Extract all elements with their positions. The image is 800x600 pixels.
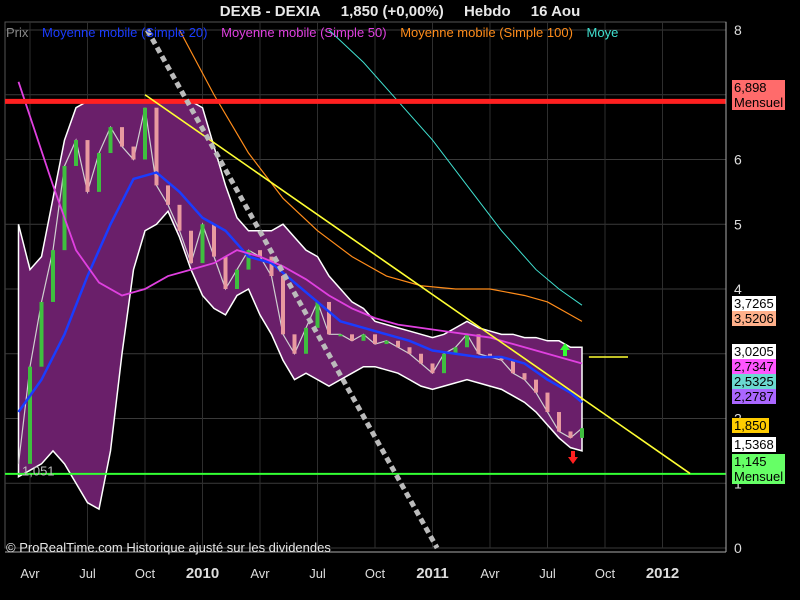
x-tick-label: Oct — [595, 566, 616, 581]
candle-bar — [373, 334, 377, 345]
price-tag: 1,5368 — [732, 437, 776, 452]
legend-item[interactable]: Moyenne mobile (Simple 100) — [400, 25, 573, 40]
candle-bar — [315, 301, 320, 328]
candle-bar — [74, 140, 78, 166]
candle-bar — [557, 412, 561, 432]
x-tick-label: Oct — [365, 566, 386, 581]
candle-bar — [177, 204, 182, 231]
price-tag-value: 2,2787 — [734, 389, 774, 404]
candle-bar — [97, 153, 101, 192]
candle-bar — [384, 340, 389, 345]
price-tag: 3,5206 — [732, 311, 776, 326]
y-tick-label: 4 — [734, 281, 742, 297]
candle-bar — [166, 185, 170, 205]
price-tag: 3,7265 — [732, 296, 776, 311]
candle-bar — [292, 334, 297, 354]
y-tick-label: 0 — [734, 540, 742, 556]
legend-item[interactable]: Prix — [6, 25, 28, 40]
y-tick-label: 6 — [734, 152, 742, 168]
candle-bar — [235, 269, 239, 289]
price-tag-value: 1,145 — [734, 454, 767, 469]
price-tag: 1,850 — [732, 418, 769, 433]
candle-bar — [85, 140, 90, 192]
candle-bar — [580, 428, 584, 438]
candle-bar — [419, 353, 423, 364]
legend-item[interactable]: Moyenne mobile (Simple 20) — [42, 25, 207, 40]
price-tag-value: 2,5325 — [734, 374, 774, 389]
date-label: 16 Aou — [530, 3, 581, 20]
candle-bar — [189, 230, 193, 264]
candle-bar — [51, 250, 55, 302]
x-tick-label: 2011 — [416, 565, 449, 582]
price-tag-value: 2,7347 — [734, 359, 774, 374]
x-tick-label: Avr — [480, 566, 500, 581]
chart-title: DEXB - DEXIA 1,850 (+0,00%) Hebdo 16 Aou — [0, 3, 800, 20]
x-tick-label: Avr — [250, 566, 270, 581]
candle-bar — [39, 301, 44, 367]
x-tick-label: Oct — [135, 566, 156, 581]
candle-bar — [108, 127, 113, 154]
price-tag: 2,5325 — [732, 374, 776, 389]
candle-bar — [522, 373, 527, 380]
candle-bar — [430, 363, 435, 374]
legend-item[interactable]: Moye — [587, 25, 619, 40]
candle-bar — [143, 107, 147, 160]
price-tag: 3,0205 — [732, 344, 776, 359]
price-chart[interactable]: 1,051 012345678AvrJulOct2010AvrJulOct201… — [0, 0, 800, 600]
candle-bar — [511, 360, 515, 374]
candle-bar — [350, 334, 354, 341]
candle-bar — [396, 340, 400, 348]
x-tick-label: Jul — [539, 566, 556, 581]
price-tag: 2,2787 — [732, 389, 776, 404]
price-tag: 6,898 Mensuel — [732, 80, 786, 110]
period-label: Hebdo — [463, 3, 511, 20]
candle-bar — [442, 353, 446, 374]
low-label: 1,051 — [22, 463, 55, 478]
x-tick-label: Avr — [20, 566, 40, 581]
candle-bar — [534, 379, 538, 393]
legend-item[interactable]: Moyenne mobile (Simple 50) — [221, 25, 386, 40]
price-tag-value: 1,850 — [734, 418, 767, 433]
symbol-label: DEXB - DEXIA — [219, 3, 321, 20]
price-tag-period: Mensuel — [734, 469, 784, 484]
candle-bar — [62, 165, 67, 251]
candle-bar — [120, 127, 124, 147]
candle-bar — [223, 256, 228, 289]
candle-bar — [131, 146, 136, 160]
price-tag: 1,145 Mensuel — [732, 454, 786, 484]
candle-bar — [361, 334, 366, 341]
x-tick-label: 2010 — [186, 565, 219, 582]
candle-bar — [327, 301, 331, 335]
candle-bar — [281, 276, 285, 335]
candle-bar — [212, 224, 216, 257]
candle-bar — [476, 334, 481, 354]
x-tick-label: Jul — [309, 566, 326, 581]
price-label: 1,850 (+0,00%) — [340, 3, 444, 20]
candle-bar — [338, 334, 343, 337]
x-tick-label: 2012 — [646, 565, 679, 582]
candle-bar — [304, 327, 308, 354]
price-tag-period: Mensuel — [734, 95, 784, 110]
price-tag-value: 3,0205 — [734, 344, 774, 359]
candle-bar — [568, 431, 573, 438]
chart-legend: Prix Moyenne mobile (Simple 20) Moyenne … — [6, 25, 628, 40]
candle-bar — [407, 347, 412, 354]
x-tick-label: Jul — [79, 566, 96, 581]
candle-bar — [465, 334, 469, 348]
candle-bar — [200, 224, 205, 264]
price-tag-value: 6,898 — [734, 80, 767, 95]
candle-bar — [545, 392, 550, 413]
y-tick-label: 8 — [734, 22, 742, 38]
credit-text: © ProRealTime.com Historique ajusté sur … — [6, 540, 331, 555]
y-tick-label: 5 — [734, 216, 742, 232]
price-tag: 2,7347 — [732, 359, 776, 374]
price-tag-value: 3,7265 — [734, 296, 774, 311]
price-tag-value: 1,5368 — [734, 437, 774, 452]
price-tag-value: 3,5206 — [734, 311, 774, 326]
candle-bar — [28, 366, 32, 464]
